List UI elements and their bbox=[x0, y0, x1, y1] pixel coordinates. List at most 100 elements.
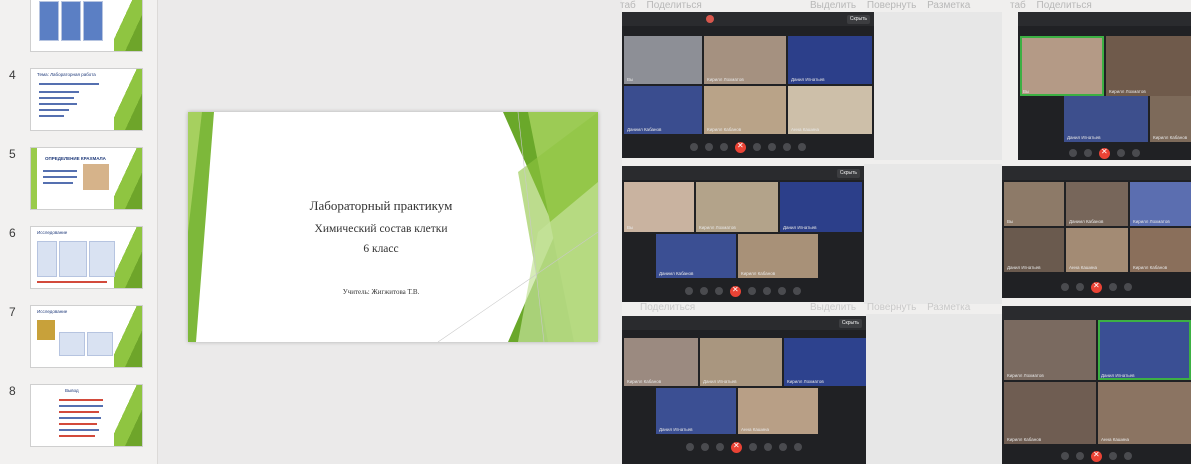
camera-icon[interactable] bbox=[1076, 452, 1084, 460]
chat-icon[interactable] bbox=[748, 287, 756, 295]
video-tile[interactable]: Кирилл Кабанов bbox=[624, 338, 698, 386]
thumbnail-slide-3[interactable] bbox=[0, 0, 158, 56]
people-icon[interactable] bbox=[764, 443, 772, 451]
video-tile[interactable]: Вы bbox=[1004, 182, 1064, 226]
chat-icon[interactable] bbox=[753, 143, 761, 151]
hide-share-button[interactable]: Скрыть bbox=[836, 169, 860, 178]
menu-tab[interactable]: таб bbox=[1010, 0, 1026, 11]
slide-canvas[interactable]: Лабораторный практикум Химический состав… bbox=[158, 0, 622, 464]
mic-icon[interactable] bbox=[686, 443, 694, 451]
grid-icon[interactable] bbox=[778, 287, 786, 295]
video-tile[interactable]: Кирилл Кабанов bbox=[1130, 228, 1191, 272]
mic-icon[interactable] bbox=[1061, 452, 1069, 460]
slide-thumbnail-panel[interactable]: 4 Тема: Лабораторная работа 5 ОПРЕДЕЛЕНИ… bbox=[0, 0, 158, 464]
end-call-button[interactable] bbox=[1091, 450, 1102, 462]
hide-share-button[interactable]: Скрыть bbox=[838, 319, 862, 328]
end-call-button[interactable] bbox=[1099, 147, 1110, 159]
menu-select[interactable]: Выделить bbox=[810, 0, 856, 11]
conference-window-f[interactable]: Кирилл Лохматов Данил Игнатьев Кирилл Ка… bbox=[1002, 306, 1191, 464]
video-tile[interactable]: Кирилл Лохматов bbox=[704, 36, 786, 84]
video-tile[interactable]: Кирилл Лохматов bbox=[1106, 36, 1191, 96]
video-tile[interactable]: Данил Игнатьев bbox=[1098, 320, 1191, 380]
more-icon[interactable] bbox=[794, 443, 802, 451]
end-call-button[interactable] bbox=[1091, 281, 1102, 293]
chat-icon[interactable] bbox=[1109, 283, 1117, 291]
video-tile[interactable]: Данил Игнатьев bbox=[656, 388, 736, 434]
thumbnail-card[interactable]: Тема: Лабораторная работа bbox=[30, 68, 143, 131]
thumbnail-card[interactable] bbox=[30, 0, 143, 52]
conference-window-d[interactable]: Вы Даниил Кабанов Кирилл Лохматов Данил … bbox=[1002, 166, 1191, 298]
video-tile[interactable]: Данил Игнатьев bbox=[700, 338, 782, 386]
camera-icon[interactable] bbox=[700, 287, 708, 295]
people-icon[interactable] bbox=[768, 143, 776, 151]
thumbnail-slide-7[interactable]: 7 Исследование bbox=[0, 305, 158, 371]
menu-rotate[interactable]: Повернуть bbox=[867, 0, 916, 11]
camera-icon[interactable] bbox=[705, 143, 713, 151]
camera-icon[interactable] bbox=[701, 443, 709, 451]
more-icon[interactable] bbox=[793, 287, 801, 295]
video-tile[interactable]: Данил Игнатьев bbox=[780, 182, 862, 232]
video-tile[interactable]: Данил Игнатьев bbox=[1064, 96, 1148, 142]
video-tile[interactable]: Даниил Кабанов bbox=[656, 234, 736, 278]
video-tile[interactable]: Кирилл Кабанов bbox=[1150, 96, 1191, 142]
thumbnail-slide-8[interactable]: 8 Вывод bbox=[0, 384, 158, 450]
thumbnail-card[interactable]: Исследование bbox=[30, 226, 143, 289]
people-icon[interactable] bbox=[763, 287, 771, 295]
video-tile[interactable]: Кирилл Лохматов bbox=[784, 338, 866, 386]
more-icon[interactable] bbox=[1124, 452, 1132, 460]
grid-icon[interactable] bbox=[783, 143, 791, 151]
more-icon[interactable] bbox=[1132, 149, 1140, 157]
mic-icon[interactable] bbox=[685, 287, 693, 295]
conference-window-e[interactable]: Скрыть Кирилл Кабанов Данил Игнатьев Кир… bbox=[622, 316, 866, 464]
video-tile[interactable]: Кирилл Кабанов bbox=[704, 86, 786, 134]
video-tile[interactable]: Данил Игнатьев bbox=[1004, 228, 1064, 272]
video-tile[interactable]: Даниил Кабанов bbox=[1066, 182, 1128, 226]
mic-icon[interactable] bbox=[690, 143, 698, 151]
video-tile[interactable]: Анна Кашина bbox=[738, 388, 818, 434]
menu-share[interactable]: Поделиться bbox=[647, 0, 702, 11]
conference-window-c[interactable]: Скрыть Вы Кирилл Лохматов Данил Игнатьев… bbox=[622, 166, 864, 302]
menu-tab[interactable]: таб bbox=[620, 0, 636, 11]
end-call-button[interactable] bbox=[731, 441, 742, 453]
camera-icon[interactable] bbox=[1076, 283, 1084, 291]
more-icon[interactable] bbox=[798, 143, 806, 151]
mic-icon[interactable] bbox=[1061, 283, 1069, 291]
chat-icon[interactable] bbox=[749, 443, 757, 451]
camera-icon[interactable] bbox=[1084, 149, 1092, 157]
video-tile[interactable]: Кирилл Лохматов bbox=[696, 182, 778, 232]
thumbnail-card[interactable]: Вывод bbox=[30, 384, 143, 447]
menu-markup[interactable]: Разметка bbox=[927, 302, 970, 313]
video-tile[interactable]: Вы bbox=[624, 36, 702, 84]
video-tile[interactable]: Даниил Кабанов bbox=[624, 86, 702, 134]
menu-select[interactable]: Выделить bbox=[810, 302, 856, 313]
mic-icon[interactable] bbox=[1069, 149, 1077, 157]
thumbnail-slide-4[interactable]: 4 Тема: Лабораторная работа bbox=[0, 68, 158, 134]
thumbnail-card[interactable]: Исследование bbox=[30, 305, 143, 368]
video-tile[interactable]: Вы bbox=[1020, 36, 1104, 96]
captions-icon[interactable] bbox=[716, 443, 724, 451]
menu-share[interactable]: Поделиться bbox=[1037, 0, 1092, 11]
video-tile[interactable]: Вы bbox=[624, 182, 694, 232]
thumbnail-slide-5[interactable]: 5 ОПРЕДЕЛЕНИЕ КРАХМАЛА bbox=[0, 147, 158, 213]
end-call-button[interactable] bbox=[735, 141, 746, 153]
menu-rotate[interactable]: Повернуть bbox=[867, 302, 916, 313]
video-tile[interactable]: Кирилл Кабанов bbox=[738, 234, 818, 278]
video-tile[interactable]: Кирилл Лохматов bbox=[1004, 320, 1096, 380]
video-tile[interactable]: Анна Кашина bbox=[1098, 382, 1191, 444]
video-tile[interactable]: Анна Кашина bbox=[788, 86, 872, 134]
captions-icon[interactable] bbox=[715, 287, 723, 295]
current-slide[interactable]: Лабораторный практикум Химический состав… bbox=[188, 112, 598, 342]
conference-window-b[interactable]: Вы Кирилл Лохматов Данил Игнатьев Кирилл… bbox=[1018, 12, 1191, 160]
conference-window-a[interactable]: Скрыть Вы Кирилл Лохматов Данил Игнатьев… bbox=[622, 12, 874, 158]
end-call-button[interactable] bbox=[730, 285, 741, 297]
video-tile[interactable]: Данил Игнатьев bbox=[788, 36, 872, 84]
more-icon[interactable] bbox=[1124, 283, 1132, 291]
grid-icon[interactable] bbox=[779, 443, 787, 451]
menu-share[interactable]: Поделиться bbox=[640, 302, 695, 313]
hide-share-button[interactable]: Скрыть bbox=[846, 15, 870, 24]
menu-markup[interactable]: Разметка bbox=[927, 0, 970, 11]
video-tile[interactable]: Анна Кашина bbox=[1066, 228, 1128, 272]
video-tile[interactable]: Кирилл Лохматов bbox=[1130, 182, 1191, 226]
thumbnail-slide-6[interactable]: 6 Исследование bbox=[0, 226, 158, 292]
video-tile[interactable]: Кирилл Кабанов bbox=[1004, 382, 1096, 444]
